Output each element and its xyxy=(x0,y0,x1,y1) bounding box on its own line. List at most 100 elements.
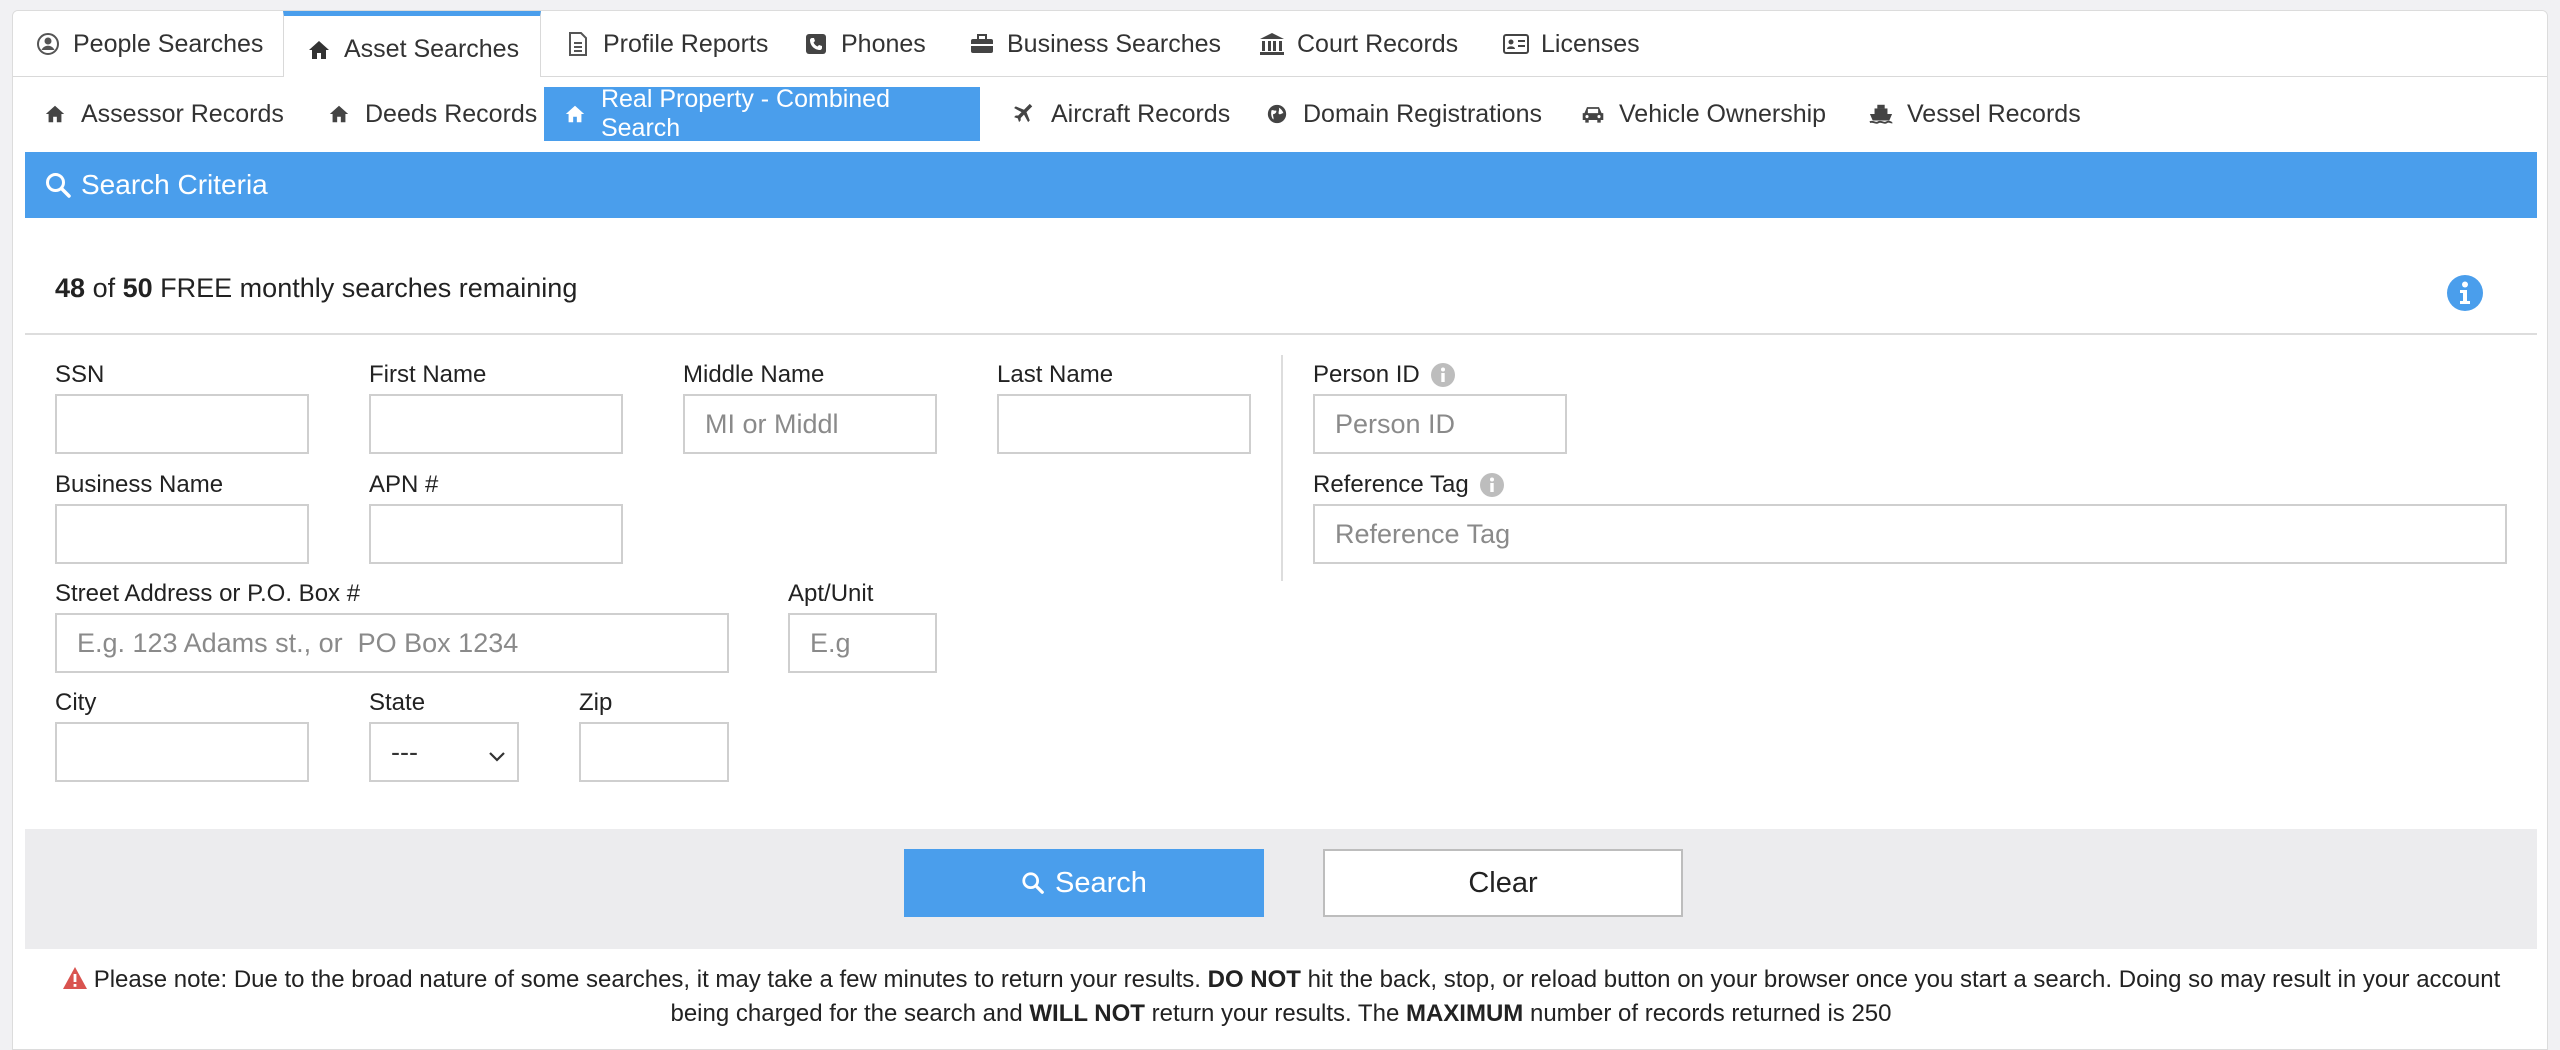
tab-people-searches[interactable]: People Searches xyxy=(13,11,283,77)
person-id-label: Person ID xyxy=(1313,361,1456,389)
ssn-label: SSN xyxy=(55,361,105,388)
tab-label: Licenses xyxy=(1541,29,1640,58)
tab-asset-searches[interactable]: Asset Searches xyxy=(283,11,541,78)
search-button[interactable]: Search xyxy=(904,849,1264,917)
subtab-real-property-combined[interactable]: Real Property - Combined Search xyxy=(544,85,980,142)
first-name-label: First Name xyxy=(369,361,487,388)
city-label: City xyxy=(55,689,97,716)
search-icon xyxy=(45,172,71,198)
home-icon xyxy=(306,37,332,63)
subtab-domain-registrations[interactable]: Domain Registrations xyxy=(1245,87,1562,141)
state-selected-value: --- xyxy=(391,736,418,767)
person-circle-icon xyxy=(35,31,61,57)
info-icon[interactable] xyxy=(2446,274,2484,312)
tab-label: Profile Reports xyxy=(603,29,769,58)
tab-label: Court Records xyxy=(1297,29,1459,58)
zip-label: Zip xyxy=(579,689,613,716)
city-field[interactable] xyxy=(55,722,309,782)
courthouse-icon xyxy=(1259,31,1285,57)
notice-bold-2: WILL NOT xyxy=(1029,1000,1145,1027)
help-icon[interactable] xyxy=(1479,472,1505,498)
tab-business-searches[interactable]: Business Searches xyxy=(947,11,1227,77)
last-name-label: Last Name xyxy=(997,361,1114,388)
state-select[interactable]: --- xyxy=(369,722,519,782)
home-icon xyxy=(564,102,587,126)
quota-text: FREE monthly searches remaining xyxy=(160,273,578,303)
street-address-field[interactable] xyxy=(55,613,729,673)
middle-name-field[interactable] xyxy=(683,394,937,454)
section-divider xyxy=(25,333,2537,335)
tab-label: Business Searches xyxy=(1007,29,1222,58)
search-icon xyxy=(1021,871,1045,895)
subtab-label: Aircraft Records xyxy=(1051,99,1231,128)
notice-text-4: number of records returned is 250 xyxy=(1529,1000,1892,1027)
id-card-icon xyxy=(1503,31,1529,57)
search-notice: Please note: Due to the broad nature of … xyxy=(43,963,2519,1031)
home-icon xyxy=(43,102,67,126)
plane-icon xyxy=(1013,102,1037,126)
tab-profile-reports[interactable]: Profile Reports xyxy=(543,11,793,77)
search-criteria-title: Search Criteria xyxy=(81,169,268,200)
subtab-vessel-records[interactable]: Vessel Records xyxy=(1849,87,2101,141)
notice-bold-3: MAXIMUM xyxy=(1405,1000,1524,1027)
quota-of: of xyxy=(92,273,116,303)
phone-icon xyxy=(803,31,829,57)
reference-tag-field[interactable] xyxy=(1313,504,2507,564)
reference-tag-label-text: Reference Tag xyxy=(1313,471,1469,498)
subtab-deeds-records[interactable]: Deeds Records xyxy=(307,87,557,141)
person-id-label-text: Person ID xyxy=(1313,361,1420,388)
notice-text-1: Please note: Due to the broad nature of … xyxy=(93,966,1201,993)
subtab-label: Assessor Records xyxy=(81,99,284,128)
search-panel: People Searches Asset Searches Profile R… xyxy=(12,10,2548,1050)
first-name-field[interactable] xyxy=(369,394,623,454)
street-address-label: Street Address or P.O. Box # xyxy=(55,580,361,607)
subtab-label: Vehicle Ownership xyxy=(1619,99,1827,128)
car-icon xyxy=(1581,102,1605,126)
tab-phones[interactable]: Phones xyxy=(781,11,931,77)
state-label: State xyxy=(369,689,426,716)
subtab-assessor-records[interactable]: Assessor Records xyxy=(23,87,304,141)
zip-field[interactable] xyxy=(579,722,729,782)
clear-button[interactable]: Clear xyxy=(1323,849,1683,917)
clear-button-label: Clear xyxy=(1468,866,1538,899)
warning-icon xyxy=(62,966,88,990)
apt-unit-field[interactable] xyxy=(788,613,937,673)
tab-label: People Searches xyxy=(73,29,264,58)
notice-text-3: return your results. The xyxy=(1151,1000,1400,1027)
tab-court-records[interactable]: Court Records xyxy=(1237,11,1477,77)
ssn-field[interactable] xyxy=(55,394,309,454)
ship-icon xyxy=(1869,102,1893,126)
search-criteria-header: Search Criteria xyxy=(25,152,2537,218)
subtab-label: Real Property - Combined Search xyxy=(600,85,890,142)
tab-label: Phones xyxy=(841,29,926,58)
quota-total: 50 xyxy=(122,273,153,303)
document-icon xyxy=(565,31,591,57)
chevron-down-icon xyxy=(487,742,507,762)
search-button-label: Search xyxy=(1055,866,1147,899)
business-name-label: Business Name xyxy=(55,471,224,498)
briefcase-icon xyxy=(969,31,995,57)
sub-tab-bar: Assessor Records Deeds Records Real Prop… xyxy=(13,77,2547,151)
business-name-field[interactable] xyxy=(55,504,309,564)
tab-licenses[interactable]: Licenses xyxy=(1481,11,1681,77)
subtab-vehicle-ownership[interactable]: Vehicle Ownership xyxy=(1561,87,1846,141)
subtab-label: Vessel Records xyxy=(1907,99,2081,128)
last-name-field[interactable] xyxy=(997,394,1251,454)
tab-label: Asset Searches xyxy=(344,35,520,63)
help-icon[interactable] xyxy=(1430,362,1456,388)
quota-used: 48 xyxy=(55,273,86,303)
column-divider xyxy=(1281,355,1283,581)
globe-icon xyxy=(1265,102,1289,126)
home-icon xyxy=(327,102,351,126)
form-actions: Search Clear xyxy=(25,829,2537,949)
reference-tag-label: Reference Tag xyxy=(1313,471,1505,499)
notice-bold-1: DO NOT xyxy=(1207,966,1301,993)
search-quota: 48 of 50 FREE monthly searches remaining xyxy=(55,273,577,304)
subtab-label: Domain Registrations xyxy=(1303,99,1542,128)
subtab-aircraft-records[interactable]: Aircraft Records xyxy=(993,87,1250,141)
apt-unit-label: Apt/Unit xyxy=(788,580,874,607)
apn-field[interactable] xyxy=(369,504,623,564)
person-id-field[interactable] xyxy=(1313,394,1567,454)
top-tab-bar: People Searches Asset Searches Profile R… xyxy=(13,11,2547,78)
apn-label: APN # xyxy=(369,471,439,498)
